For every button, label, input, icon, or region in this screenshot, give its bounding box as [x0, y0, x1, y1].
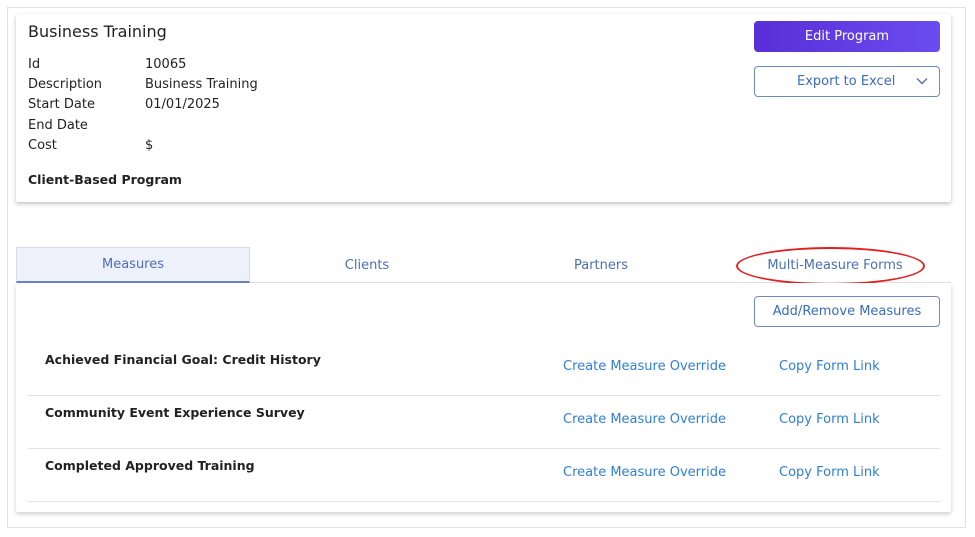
field-value-start-date: 01/01/2025	[145, 97, 220, 112]
copy-form-link[interactable]: Copy Form Link	[779, 412, 880, 427]
field-label-cost: Cost	[28, 138, 57, 153]
copy-form-link[interactable]: Copy Form Link	[779, 359, 880, 374]
tab-partners[interactable]: Partners	[484, 247, 718, 283]
export-to-excel-dropdown[interactable]: Export to Excel	[754, 66, 940, 97]
field-label-start-date: Start Date	[28, 97, 95, 112]
field-value-description: Business Training	[145, 77, 258, 92]
field-label-id: Id	[28, 57, 41, 72]
field-label-end-date: End Date	[28, 118, 88, 133]
copy-form-link[interactable]: Copy Form Link	[779, 465, 880, 480]
program-tabs: Measures Clients Partners Multi-Measure …	[16, 247, 951, 283]
tab-multi-measure-forms[interactable]: Multi-Measure Forms	[718, 247, 952, 283]
tab-measures[interactable]: Measures	[16, 247, 250, 283]
edit-program-button[interactable]: Edit Program	[754, 21, 940, 52]
add-remove-measures-button[interactable]: Add/Remove Measures	[754, 296, 940, 327]
field-label-description: Description	[28, 77, 103, 92]
measure-name: Achieved Financial Goal: Credit History	[45, 352, 321, 367]
measures-card: Add/Remove Measures Achieved Financial G…	[16, 283, 951, 512]
create-measure-override-link[interactable]: Create Measure Override	[563, 359, 726, 374]
measure-name: Completed Approved Training	[45, 458, 255, 473]
create-measure-override-link[interactable]: Create Measure Override	[563, 412, 726, 427]
export-to-excel-label: Export to Excel	[797, 74, 896, 89]
program-details-card: Business Training Id 10065 Description B…	[16, 14, 951, 202]
field-value-cost: $	[145, 138, 154, 153]
table-row: Community Event Experience Survey Create…	[28, 396, 940, 449]
table-row: Completed Approved Training Create Measu…	[28, 449, 940, 502]
chevron-down-icon	[916, 78, 928, 85]
measure-name: Community Event Experience Survey	[45, 405, 305, 420]
table-row: Achieved Financial Goal: Credit History …	[28, 343, 940, 396]
program-title: Business Training	[28, 22, 167, 41]
field-value-id: 10065	[145, 57, 187, 72]
create-measure-override-link[interactable]: Create Measure Override	[563, 465, 726, 480]
tab-clients[interactable]: Clients	[250, 247, 484, 283]
program-type-label: Client-Based Program	[28, 172, 182, 187]
